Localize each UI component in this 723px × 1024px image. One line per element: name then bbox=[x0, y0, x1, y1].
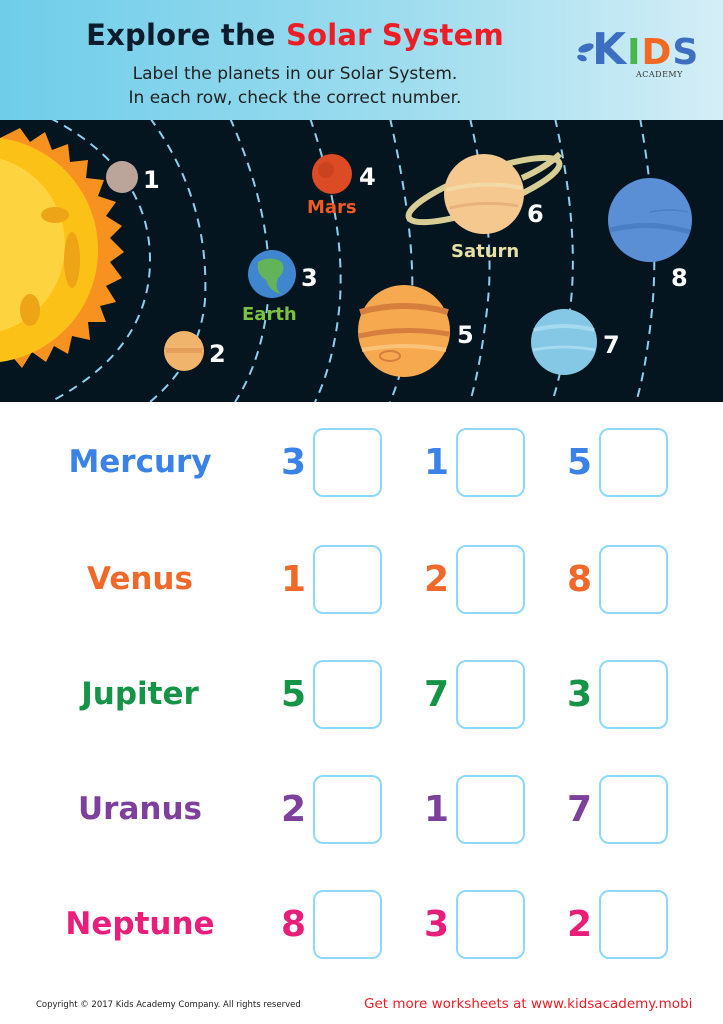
option-number: 1 bbox=[423, 789, 449, 830]
question-row: Uranus 2 1 7 bbox=[0, 775, 723, 845]
answer-option: 3 bbox=[405, 890, 525, 960]
question-row: Jupiter 5 7 3 bbox=[0, 660, 723, 730]
question-row: Neptune 8 3 2 bbox=[0, 890, 723, 960]
planet-name: Venus bbox=[87, 561, 193, 597]
answer-checkbox[interactable] bbox=[599, 545, 668, 614]
option-number: 3 bbox=[423, 904, 449, 945]
option-number: 1 bbox=[423, 442, 449, 483]
answer-option: 8 bbox=[262, 890, 382, 960]
answer-option: 2 bbox=[548, 890, 668, 960]
answer-checkbox[interactable] bbox=[313, 545, 382, 614]
number-1: 1 bbox=[143, 166, 160, 194]
option-number: 2 bbox=[280, 789, 306, 830]
header-banner: Explore the Solar System Label the plane… bbox=[0, 0, 723, 120]
answer-option: 5 bbox=[548, 428, 668, 498]
question-row: Venus 1 2 8 bbox=[0, 545, 723, 615]
number-2: 2 bbox=[209, 340, 226, 368]
answer-option: 1 bbox=[262, 545, 382, 615]
answer-checkbox[interactable] bbox=[313, 775, 382, 844]
answer-option: 1 bbox=[405, 775, 525, 845]
number-5: 5 bbox=[457, 321, 474, 349]
option-number: 8 bbox=[280, 904, 306, 945]
option-number: 5 bbox=[566, 442, 592, 483]
number-6: 6 bbox=[527, 200, 544, 228]
logo-letter-s: S bbox=[672, 32, 700, 73]
jupiter-icon bbox=[358, 285, 450, 377]
number-7: 7 bbox=[603, 331, 620, 359]
earth-label: Earth bbox=[242, 304, 297, 325]
answer-option: 5 bbox=[262, 660, 382, 730]
answer-option: 7 bbox=[548, 775, 668, 845]
copyright-text: Copyright © 2017 Kids Academy Company. A… bbox=[36, 1000, 301, 1010]
answer-option: 2 bbox=[262, 775, 382, 845]
answer-checkbox[interactable] bbox=[313, 890, 382, 959]
uranus-icon bbox=[531, 309, 597, 375]
answer-checkbox[interactable] bbox=[599, 775, 668, 844]
planet-name: Neptune bbox=[65, 906, 215, 942]
answer-checkbox[interactable] bbox=[313, 660, 382, 729]
option-number: 3 bbox=[280, 442, 306, 483]
option-number: 5 bbox=[280, 674, 306, 715]
number-3: 3 bbox=[301, 264, 318, 292]
answer-checkbox[interactable] bbox=[313, 428, 382, 497]
answer-checkbox[interactable] bbox=[599, 660, 668, 729]
answer-option: 1 bbox=[405, 428, 525, 498]
solar-system-diagram: 1 2 3 4 5 6 7 8 Mars Earth Saturn bbox=[0, 120, 723, 402]
planet-name: Mercury bbox=[68, 444, 212, 480]
answer-option: 8 bbox=[548, 545, 668, 615]
promo-link[interactable]: Get more worksheets at www.kidsacademy.m… bbox=[364, 996, 692, 1012]
title-part-1: Explore the bbox=[86, 18, 286, 52]
instruction-line-2: In each row, check the correct number. bbox=[128, 88, 462, 108]
sun-icon bbox=[0, 128, 124, 368]
planet-name: Jupiter bbox=[81, 676, 199, 712]
option-number: 2 bbox=[423, 559, 449, 600]
answer-option: 7 bbox=[405, 660, 525, 730]
option-number: 1 bbox=[280, 559, 306, 600]
option-number: 2 bbox=[566, 904, 592, 945]
mars-label: Mars bbox=[307, 197, 357, 218]
page-title: Explore the Solar System bbox=[0, 18, 590, 52]
answer-checkbox[interactable] bbox=[456, 660, 525, 729]
title-part-2: Solar System bbox=[285, 18, 504, 52]
logo-letter-d: D bbox=[641, 32, 673, 73]
number-4: 4 bbox=[359, 163, 376, 191]
kids-academy-logo: KIDS ACADEMY bbox=[577, 24, 698, 84]
solar-system-svg: 1 2 3 4 5 6 7 8 Mars Earth Saturn bbox=[0, 120, 692, 402]
logo-text: KIDS bbox=[592, 24, 699, 75]
answer-checkbox[interactable] bbox=[456, 545, 525, 614]
option-number: 3 bbox=[566, 674, 592, 715]
answer-option: 3 bbox=[548, 660, 668, 730]
neptune-icon bbox=[608, 178, 692, 262]
instructions: Label the planets in our Solar System. I… bbox=[0, 62, 590, 110]
logo-letter-k: K bbox=[592, 24, 628, 75]
answer-checkbox[interactable] bbox=[456, 890, 525, 959]
saturn-label: Saturn bbox=[451, 241, 519, 262]
answer-checkbox[interactable] bbox=[456, 428, 525, 497]
option-number: 7 bbox=[423, 674, 449, 715]
question-row: Mercury 3 1 5 bbox=[0, 428, 723, 498]
option-number: 8 bbox=[566, 559, 592, 600]
planet-name: Uranus bbox=[78, 791, 202, 827]
option-number: 7 bbox=[566, 789, 592, 830]
answer-checkbox[interactable] bbox=[456, 775, 525, 844]
number-8: 8 bbox=[671, 264, 688, 292]
logo-letter-i: I bbox=[627, 32, 642, 73]
earth-icon bbox=[248, 250, 296, 298]
answer-checkbox[interactable] bbox=[599, 890, 668, 959]
answer-option: 2 bbox=[405, 545, 525, 615]
logo-academy: ACADEMY bbox=[636, 70, 683, 79]
mercury-icon bbox=[106, 161, 138, 193]
answer-option: 3 bbox=[262, 428, 382, 498]
instruction-line-1: Label the planets in our Solar System. bbox=[132, 64, 458, 84]
answer-checkbox[interactable] bbox=[599, 428, 668, 497]
